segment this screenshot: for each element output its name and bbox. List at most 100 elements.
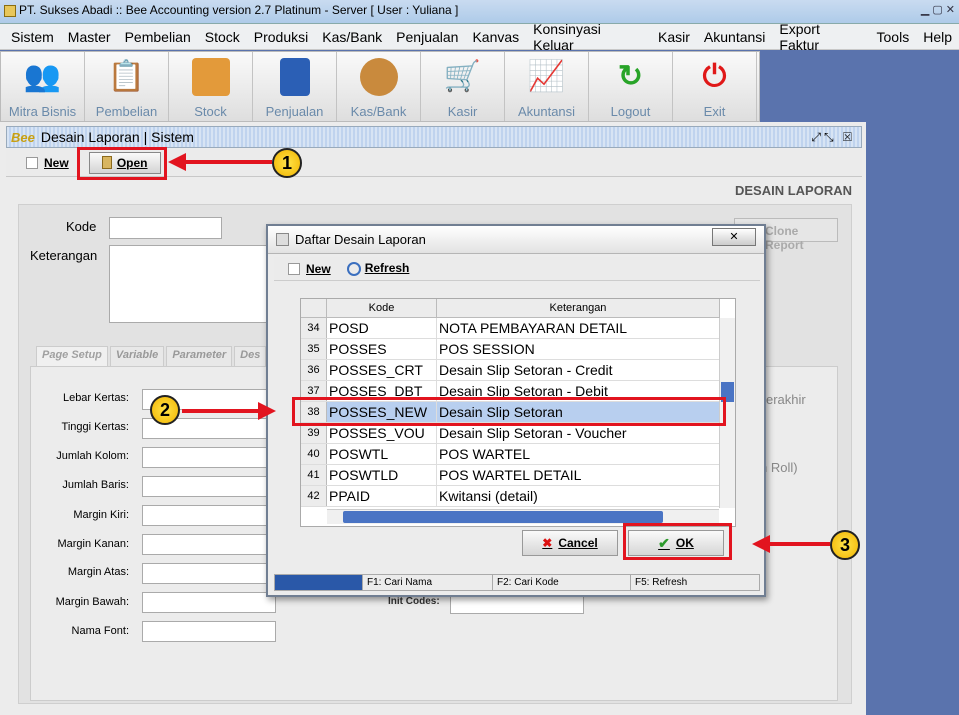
cancel-label: Cancel: [558, 536, 598, 550]
keterangan-column-header[interactable]: Keterangan: [437, 299, 720, 317]
cancel-button[interactable]: ✖ Cancel: [522, 530, 618, 556]
status-cari-nama: F1: Cari Nama: [363, 575, 493, 590]
table-row[interactable]: 39 POSSES_VOU Desain Slip Setoran - Vouche…: [301, 423, 720, 444]
horizontal-scrollbar[interactable]: [327, 509, 719, 524]
row-keterangan: POS WARTEL DETAIL: [439, 467, 582, 483]
menu-konsinyasi[interactable]: Konsinyasi Keluar: [526, 21, 651, 53]
table-row[interactable]: 40 POSWTL POS WARTEL: [301, 444, 720, 465]
desktop-background: [866, 122, 959, 715]
menu-sistem[interactable]: Sistem: [4, 29, 61, 45]
app-icon: [4, 4, 16, 17]
status-refresh: F5: Refresh: [635, 577, 688, 588]
row-kode: POSD: [327, 318, 437, 338]
toolbar-label: Pembelian: [95, 104, 158, 119]
toolbar-label: Stock: [194, 104, 227, 119]
jumlah-kolom-input[interactable]: [142, 447, 276, 468]
dialog-new-button[interactable]: New: [306, 262, 331, 276]
main-toolbar: 👥 Mitra Bisnis 📋 Pembelian Stock Penjualan…: [0, 51, 760, 122]
annotation-badge-1: 1: [272, 148, 302, 178]
tab-page-setup[interactable]: Page Setup: [36, 346, 108, 366]
toolbar-label: Kas/Bank: [350, 104, 407, 119]
frame-controls[interactable]: ⤢⤡ ☒: [811, 130, 855, 145]
refresh-icon: [346, 261, 361, 276]
jumlah-baris-input[interactable]: [142, 476, 276, 497]
row-keterangan: Kwitansi (detail): [439, 488, 538, 504]
toolbar-logout[interactable]: ↻ Logout: [589, 52, 673, 121]
table-header: Kode Keterangan: [301, 299, 720, 318]
annotation-box-open: [77, 147, 167, 180]
toolbar-akuntansi[interactable]: 📈 Akuntansi: [505, 52, 589, 121]
toolbar-kasbank[interactable]: Kas/Bank: [337, 52, 421, 121]
dialog-close-button[interactable]: ✕: [712, 228, 756, 246]
dialog-refresh-button[interactable]: Refresh: [346, 261, 410, 276]
toolbar-mitra-bisnis[interactable]: 👥 Mitra Bisnis: [1, 52, 85, 121]
table-row[interactable]: 34 POSD NOTA PEMBAYARAN DETAIL: [301, 318, 720, 339]
menu-export-faktur[interactable]: Export Faktur: [772, 21, 869, 53]
row-keterangan: POS SESSION: [439, 341, 535, 357]
row-kode: POSSES_CRT: [327, 360, 437, 380]
lebar-kertas-label: Lebar Kertas:: [62, 392, 129, 404]
row-keterangan: Desain Slip Setoran - Credit: [439, 362, 613, 378]
row-number: 42: [301, 486, 327, 506]
refresh-label: Refresh: [364, 261, 410, 276]
status-progress: [275, 575, 363, 590]
tab-variable[interactable]: Variable: [109, 346, 165, 366]
keterangan-label: Keterangan: [30, 248, 98, 263]
menu-tools[interactable]: Tools: [870, 29, 917, 45]
menu-produksi[interactable]: Produksi: [247, 29, 315, 45]
keterangan-input[interactable]: [109, 245, 269, 323]
table-row[interactable]: 41 POSWTLD POS WARTEL DETAIL: [301, 465, 720, 486]
menu-master[interactable]: Master: [61, 29, 118, 45]
margin-bawah-label: Margin Bawah:: [55, 596, 129, 608]
toolbar-penjualan[interactable]: Penjualan: [253, 52, 337, 121]
menu-akuntansi[interactable]: Akuntansi: [697, 29, 772, 45]
table-row[interactable]: 42 PPAID Kwitansi (detail): [301, 486, 720, 507]
dialog-title: Daftar Desain Laporan: [295, 232, 426, 247]
page-title: DESAIN LAPORAN: [734, 183, 852, 198]
kode-column-header[interactable]: Kode: [327, 299, 437, 317]
annotation-arrow: [768, 542, 830, 546]
menu-kasir[interactable]: Kasir: [651, 29, 697, 45]
menu-help[interactable]: Help: [916, 29, 959, 45]
row-keterangan: Desain Slip Setoran - Voucher: [439, 425, 627, 441]
menu-penjualan[interactable]: Penjualan: [389, 29, 465, 45]
menu-pembelian[interactable]: Pembelian: [118, 29, 198, 45]
tab-desain[interactable]: Des: [234, 346, 267, 366]
init-codes-label: Init Codes:: [388, 596, 440, 607]
tab-parameter[interactable]: Parameter: [166, 346, 233, 366]
nama-font-input[interactable]: [142, 621, 276, 642]
annotation-box-selected-row: [292, 397, 726, 426]
toolbar-label: Mitra Bisnis: [8, 104, 77, 119]
margin-kanan-input[interactable]: [142, 534, 276, 555]
dialog-statusbar: F1: Cari Nama F2: Cari Kode F5: Refresh: [274, 574, 760, 591]
menu-kanvas[interactable]: Kanvas: [465, 29, 526, 45]
toolbar-label: Penjualan: [265, 104, 324, 119]
table-row[interactable]: 36 POSSES_CRT Desain Slip Setoran - Credit: [301, 360, 720, 381]
kode-input[interactable]: [109, 217, 222, 239]
documents-icon: 📋: [107, 60, 146, 93]
power-icon: ⏻: [702, 60, 727, 93]
menu-kasbank[interactable]: Kas/Bank: [315, 29, 389, 45]
dialog-new-checkbox-icon[interactable]: [288, 262, 300, 275]
margin-atas-input[interactable]: [142, 563, 276, 584]
internal-frame-titlebar: Bee Desain Laporan | Sistem ⤢⤡ ☒: [6, 126, 862, 148]
cart-icon: 🛒: [443, 60, 482, 93]
annotation-badge-3: 3: [830, 530, 860, 560]
window-controls[interactable]: ▁ ▢ ✕: [921, 3, 955, 16]
horizontal-scroll-thumb[interactable]: [343, 511, 663, 523]
logout-icon: ↻: [617, 60, 644, 93]
table-row[interactable]: 35 POSSES POS SESSION: [301, 339, 720, 360]
toolbar-pembelian[interactable]: 📋 Pembelian: [85, 52, 169, 121]
margin-kiri-input[interactable]: [142, 505, 276, 526]
tinggi-kertas-label: Tinggi Kertas:: [61, 421, 129, 433]
nama-font-label: Nama Font:: [71, 625, 129, 637]
margin-bawah-input[interactable]: [142, 592, 276, 613]
new-checkbox-icon[interactable]: [26, 156, 38, 169]
new-button[interactable]: New: [44, 156, 69, 170]
toolbar-stock[interactable]: Stock: [169, 52, 253, 121]
menu-stock[interactable]: Stock: [198, 29, 247, 45]
toolbar-kasir[interactable]: 🛒 Kasir: [421, 52, 505, 121]
jumlah-kolom-label: Jumlah Kolom:: [56, 450, 129, 462]
toolbar-exit[interactable]: ⏻ Exit: [673, 52, 757, 121]
toolbar-label: Logout: [610, 104, 651, 119]
